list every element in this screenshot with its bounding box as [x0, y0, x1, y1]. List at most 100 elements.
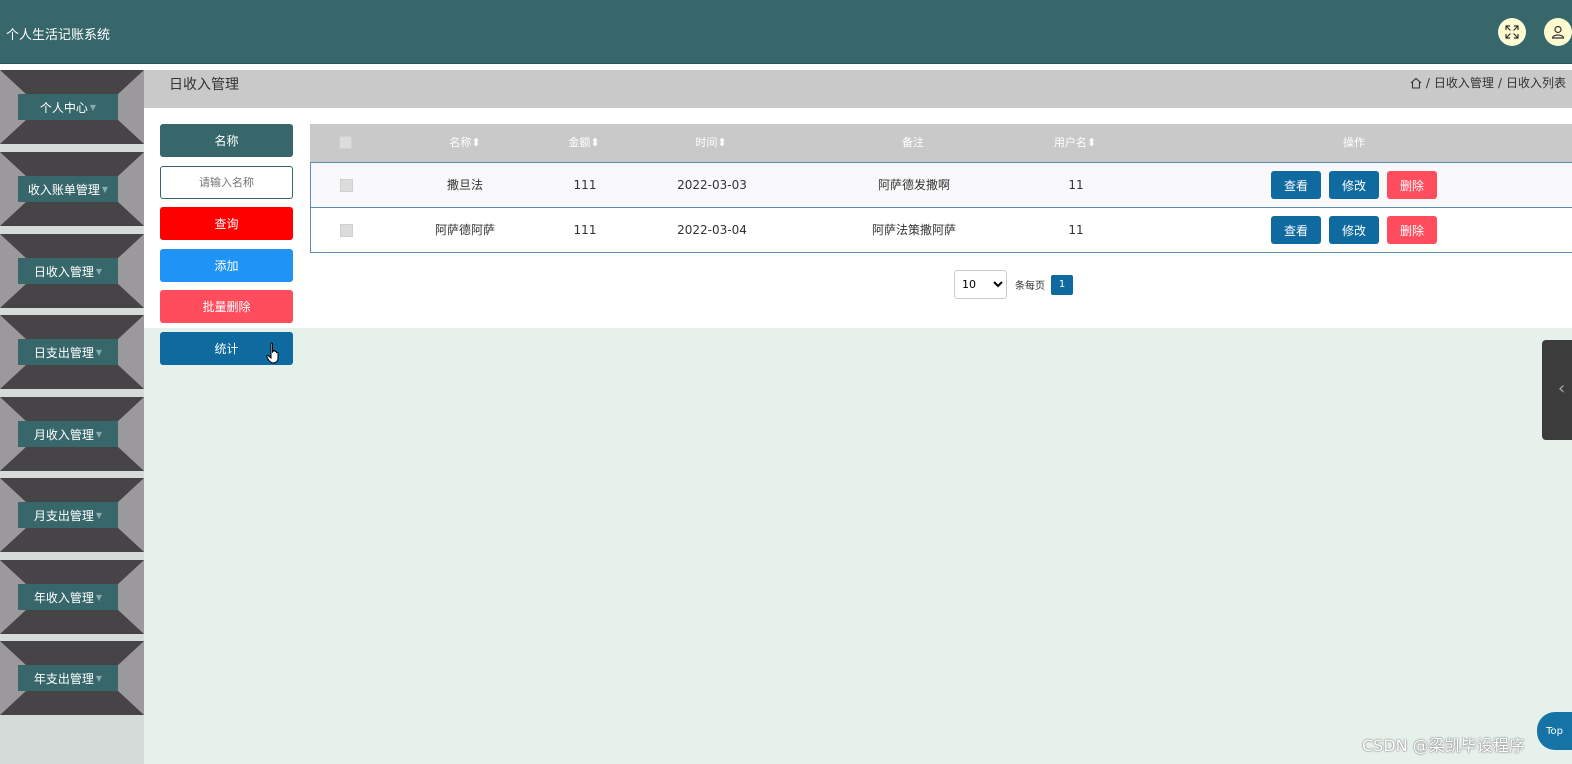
breadcrumb-item[interactable]: 日收入管理 — [1434, 74, 1494, 91]
sidebar-item-yearly-expense[interactable]: 年支出管理 ▼ — [0, 641, 144, 715]
sidebar-item-monthly-income[interactable]: 月收入管理 ▼ — [0, 397, 144, 471]
side-panel-toggle[interactable]: ‹ — [1542, 340, 1572, 440]
select-all-checkbox[interactable] — [339, 136, 352, 149]
cell-name: 阿萨德阿萨 — [434, 223, 495, 237]
column-header-label: 金额 — [568, 136, 591, 149]
page-size-select[interactable]: 10 — [954, 270, 1007, 299]
edit-button[interactable]: 修改 — [1329, 171, 1379, 199]
column-header-name[interactable]: 名称⬍ — [420, 124, 510, 162]
sidebar-item-daily-expense[interactable]: 日支出管理 ▼ — [0, 315, 144, 389]
back-to-top-button[interactable]: Top — [1537, 712, 1572, 750]
sidebar-item-label: 年收入管理 — [33, 590, 94, 605]
hand-cursor-icon — [266, 342, 279, 364]
query-button[interactable]: 查询 — [160, 207, 293, 240]
fullscreen-icon — [1505, 25, 1519, 39]
sidebar-item-label: 年支出管理 — [33, 671, 94, 686]
breadcrumb-separator: / — [1497, 75, 1502, 90]
column-header-label: 备注 — [902, 136, 924, 149]
table-row: 阿萨德阿萨 111 2022-03-04 阿萨法策撒阿萨 11 查看 修改 删除 — [310, 207, 1572, 253]
cell-name: 撒旦法 — [446, 178, 483, 192]
sidebar-item-label: 个人中心 — [39, 100, 88, 115]
menu-decoration — [0, 152, 144, 176]
user-icon — [1551, 25, 1565, 39]
sort-icon: ⬍ — [590, 136, 600, 149]
table-row: 撒旦法 111 2022-03-03 阿萨德发撒啊 11 查看 修改 删除 — [310, 162, 1572, 208]
sidebar-item-box: 收入账单管理 ▼ — [18, 176, 118, 202]
table-header: 名称⬍ 金额⬍ 时间⬍ 备注 用户名⬍ 操作 — [310, 124, 1572, 162]
sort-icon: ⬍ — [1086, 136, 1097, 149]
sidebar-item-box: 年收入管理 ▼ — [18, 584, 118, 610]
column-header-amount[interactable]: 金额⬍ — [544, 124, 624, 162]
sidebar-item-personal-center[interactable]: 个人中心 ▼ — [0, 70, 144, 144]
column-header-label: 名称 — [449, 136, 472, 149]
delete-button[interactable]: 删除 — [1387, 216, 1437, 244]
column-header-label: 时间 — [695, 136, 718, 149]
chevron-down-icon: ▼ — [95, 592, 103, 602]
sidebar-item-monthly-expense[interactable]: 月支出管理 ▼ — [0, 478, 144, 552]
sidebar-item-box: 日支出管理 ▼ — [18, 339, 118, 365]
batch-delete-button[interactable]: 批量删除 — [160, 290, 293, 323]
column-header-note: 备注 — [863, 124, 963, 162]
sort-icon: ⬍ — [717, 136, 727, 149]
chevron-down-icon: ▼ — [95, 347, 103, 357]
app-title: 个人生活记账系统 — [6, 28, 111, 43]
menu-decoration — [0, 365, 144, 389]
sidebar-item-daily-income[interactable]: 日收入管理 ▼ — [0, 234, 144, 308]
view-button[interactable]: 查看 — [1271, 171, 1321, 199]
sidebar-item-box: 个人中心 ▼ — [18, 94, 118, 120]
user-button[interactable] — [1544, 18, 1572, 46]
cell-note: 阿萨德发撒啊 — [877, 178, 950, 192]
cell-time: 2022-03-04 — [677, 223, 747, 237]
sidebar-item-label: 日支出管理 — [33, 345, 94, 360]
column-header-label: 操作 — [1343, 136, 1365, 149]
edit-button[interactable]: 修改 — [1329, 216, 1379, 244]
sidebar-item-box: 月支出管理 ▼ — [18, 502, 118, 528]
column-header-actions: 操作 — [1304, 124, 1404, 162]
page-number-button[interactable]: 1 — [1051, 274, 1073, 295]
sidebar-item-box: 月收入管理 ▼ — [18, 421, 118, 447]
row-checkbox[interactable] — [340, 179, 353, 192]
breadcrumb-item: 日收入列表 — [1505, 76, 1566, 90]
page-title: 日收入管理 — [169, 77, 239, 93]
fullscreen-button[interactable] — [1498, 18, 1526, 46]
menu-decoration — [0, 397, 144, 421]
cell-user: 11 — [1068, 178, 1084, 192]
cell-amount: 111 — [573, 178, 597, 192]
menu-decoration — [0, 202, 144, 226]
column-header-user[interactable]: 用户名⬍ — [1030, 124, 1120, 162]
sort-icon: ⬍ — [471, 136, 481, 149]
chevron-down-icon: ▼ — [95, 510, 103, 520]
menu-decoration — [0, 284, 144, 308]
breadcrumb-separator: / — [1425, 75, 1430, 90]
search-input[interactable] — [160, 166, 293, 199]
menu-decoration — [0, 528, 144, 552]
search-field-label: 名称 — [160, 124, 293, 157]
cell-amount: 111 — [573, 223, 597, 237]
menu-decoration — [0, 560, 144, 584]
sidebar-item-yearly-income[interactable]: 年收入管理 ▼ — [0, 560, 144, 634]
menu-decoration — [0, 447, 144, 471]
menu-decoration — [0, 478, 144, 502]
delete-button[interactable]: 删除 — [1387, 171, 1437, 199]
sidebar-item-label: 收入账单管理 — [27, 182, 100, 197]
home-icon[interactable] — [1410, 77, 1422, 89]
chevron-down-icon: ▼ — [95, 266, 103, 276]
chevron-left-icon: ‹ — [1558, 378, 1566, 399]
view-button[interactable]: 查看 — [1271, 216, 1321, 244]
row-checkbox[interactable] — [340, 224, 353, 237]
top-header: 个人生活记账系统 — [0, 0, 1572, 64]
menu-decoration — [0, 315, 144, 339]
sidebar-item-box: 年支出管理 ▼ — [18, 665, 118, 691]
sidebar: 个人中心 ▼ 收入账单管理 ▼ 日收入管理 ▼ 日支出管理 ▼ 月收入管理 ▼ 月支出管理… — [0, 70, 144, 764]
column-header-label: 用户名 — [1053, 136, 1087, 149]
chevron-down-icon: ▼ — [101, 184, 109, 194]
menu-decoration — [0, 691, 144, 715]
per-page-label: 条每页 — [1015, 281, 1045, 292]
sidebar-item-income-bills[interactable]: 收入账单管理 ▼ — [0, 152, 144, 226]
add-button[interactable]: 添加 — [160, 249, 293, 282]
sidebar-item-label: 月支出管理 — [33, 508, 94, 523]
sidebar-item-box: 日收入管理 ▼ — [18, 258, 118, 284]
menu-decoration — [0, 70, 144, 94]
column-header-time[interactable]: 时间⬍ — [666, 124, 756, 162]
menu-decoration — [0, 641, 144, 665]
